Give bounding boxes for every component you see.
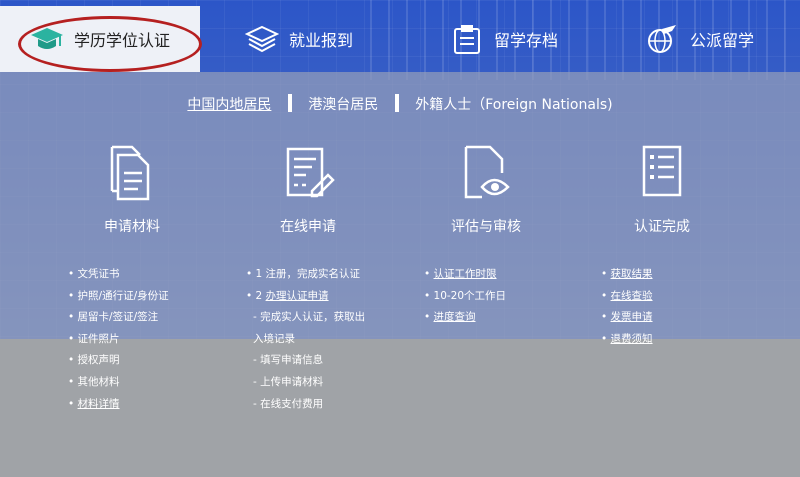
get-result-link[interactable]: 获取结果 bbox=[611, 268, 653, 280]
form-edit-icon bbox=[280, 143, 336, 203]
list-subitem: 入境记录 bbox=[253, 332, 295, 345]
materials-list: • 文凭证书 • 护照/通行证/身份证 • 居留卡/签证/签注 • 证件照片 •… bbox=[68, 264, 169, 415]
list-item: • 护照/通行证/身份证 bbox=[68, 289, 169, 302]
list-item: • 10-20个工作日 bbox=[424, 289, 507, 302]
tab-label: 就业报到 bbox=[289, 31, 354, 50]
folder-archive-icon bbox=[450, 22, 484, 56]
tab-label: 公派留学 bbox=[690, 31, 755, 50]
step-review: 评估与审核 bbox=[406, 143, 566, 236]
apply-certification-link[interactable]: 办理认证申请 bbox=[266, 290, 329, 302]
list-item: • 退费须知 bbox=[601, 332, 653, 345]
list-item: • 认证工作时限 bbox=[424, 268, 497, 280]
region-foreign-nationals[interactable]: 外籍人士（Foreign Nationals) bbox=[403, 94, 624, 114]
service-tabs: 学历学位认证 就业报到 留学存档 公派留学 bbox=[0, 6, 800, 72]
divider bbox=[394, 94, 399, 112]
divider bbox=[287, 94, 292, 112]
documents-icon bbox=[104, 143, 160, 203]
checklist-icon bbox=[634, 143, 690, 203]
step-title: 申请材料 bbox=[104, 219, 160, 235]
tab-employment-report[interactable]: 就业报到 bbox=[245, 6, 405, 72]
invoice-request-link[interactable]: 发票申请 bbox=[611, 311, 653, 323]
step-title: 在线申请 bbox=[280, 219, 336, 235]
region-mainland[interactable]: 中国内地居民 bbox=[175, 94, 283, 114]
list-item: • 2 办理认证申请 bbox=[246, 289, 329, 302]
list-item: • 获取结果 bbox=[601, 268, 653, 280]
step-title: 评估与审核 bbox=[451, 219, 521, 235]
list-item: • 在线查验 bbox=[601, 289, 653, 302]
list-item: • 文凭证书 bbox=[68, 268, 120, 280]
review-list: • 认证工作时限 • 10-20个工作日 • 进度查询 bbox=[424, 264, 506, 329]
list-item: • 发票申请 bbox=[601, 311, 653, 324]
refund-notice-link[interactable]: 退费须知 bbox=[611, 333, 653, 345]
region-hk-macao-taiwan[interactable]: 港澳台居民 bbox=[296, 94, 390, 114]
list-item: • 1 注册，完成实名认证 bbox=[246, 268, 361, 280]
tab-study-abroad-archive[interactable]: 留学存档 bbox=[450, 6, 610, 72]
step-online-apply: 在线申请 bbox=[228, 143, 388, 236]
list-item: • 授权声明 bbox=[68, 354, 120, 367]
step-title: 认证完成 bbox=[634, 219, 690, 235]
step-materials: 申请材料 bbox=[52, 143, 212, 236]
complete-list: • 获取结果 • 在线查验 • 发票申请 • 退费须知 bbox=[601, 264, 653, 350]
list-subitem: - 填写申请信息 bbox=[253, 354, 324, 367]
step-complete: 认证完成 bbox=[582, 143, 742, 236]
plane-globe-icon bbox=[646, 22, 680, 56]
tab-government-sponsored[interactable]: 公派留学 bbox=[646, 6, 796, 72]
region-selector: 中国内地居民 港澳台居民 外籍人士（Foreign Nationals) bbox=[0, 94, 800, 114]
graduation-cap-icon bbox=[30, 22, 64, 56]
tab-label: 留学存档 bbox=[494, 31, 559, 50]
list-item: • 其他材料 bbox=[68, 375, 120, 388]
list-subitem: - 完成实人认证，获取出 bbox=[253, 311, 366, 324]
tab-degree-verification[interactable]: 学历学位认证 bbox=[0, 6, 200, 72]
list-item: • 进度查询 bbox=[424, 311, 476, 324]
online-verify-link[interactable]: 在线查验 bbox=[611, 290, 653, 302]
list-item: • 居留卡/签证/签注 bbox=[68, 311, 159, 324]
document-eye-icon bbox=[458, 143, 514, 203]
tab-label: 学历学位认证 bbox=[73, 31, 170, 50]
progress-query-link[interactable]: 进度查询 bbox=[434, 311, 476, 323]
list-subitem: - 上传申请材料 bbox=[253, 375, 324, 388]
time-limit-link[interactable]: 认证工作时限 bbox=[434, 268, 497, 280]
list-item: • 材料详情 bbox=[68, 397, 120, 410]
list-item: • 证件照片 bbox=[68, 332, 120, 345]
apply-list: • 1 注册，完成实名认证 • 2 办理认证申请 - 完成实人认证，获取出 入境… bbox=[246, 264, 365, 415]
materials-details-link[interactable]: 材料详情 bbox=[78, 398, 120, 410]
cap-layers-icon bbox=[245, 22, 279, 56]
list-subitem: - 在线支付费用 bbox=[253, 397, 324, 410]
